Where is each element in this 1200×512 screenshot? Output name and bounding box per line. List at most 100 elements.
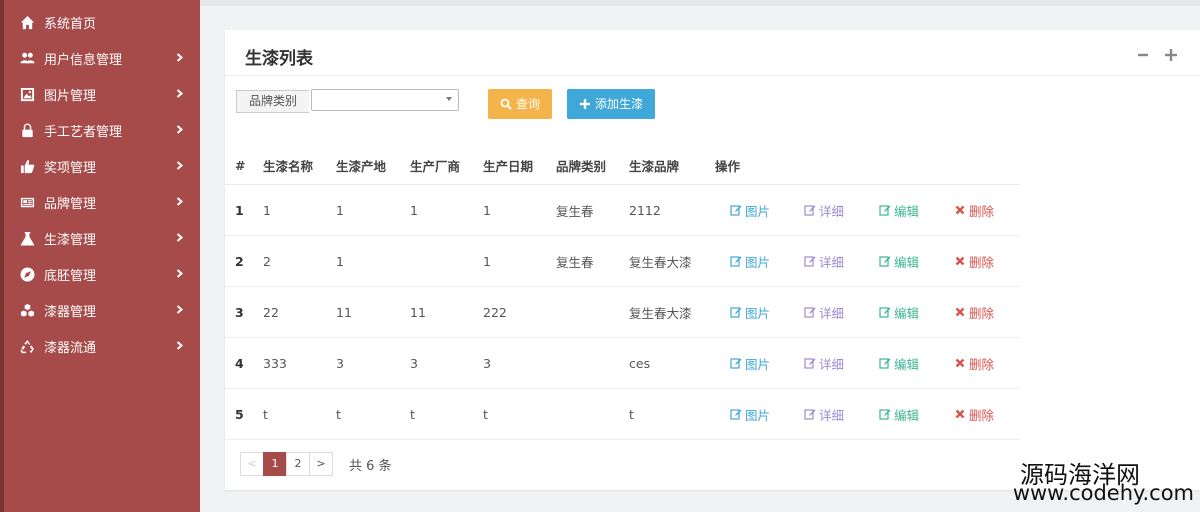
- edit-action-link[interactable]: 编辑: [879, 389, 919, 439]
- sidebar-item[interactable]: 漆器流通: [4, 328, 200, 364]
- search-button-label: 查询: [516, 97, 541, 111]
- home-icon: [18, 13, 36, 31]
- sidebar-item[interactable]: 用户信息管理: [4, 40, 200, 76]
- detail-action-link[interactable]: 详细: [804, 185, 844, 235]
- column-header: 生产日期: [483, 158, 534, 174]
- chevron-down-icon: [446, 97, 452, 101]
- action-label: 编辑: [894, 305, 920, 321]
- image-action-link[interactable]: 图片: [730, 287, 770, 337]
- table-row: 2 2 1 1 复生春 复生春大漆 图片 详细 编辑 删除: [225, 236, 1020, 287]
- edit-action-link[interactable]: 编辑: [879, 338, 919, 388]
- row-index: 5: [235, 406, 244, 422]
- sidebar-item[interactable]: 底胚管理: [4, 256, 200, 292]
- lock-icon: [18, 121, 36, 139]
- action-label: 删除: [969, 305, 995, 321]
- sidebar-item[interactable]: 品牌管理: [4, 184, 200, 220]
- prev-page-button[interactable]: <: [240, 452, 264, 476]
- sidebar-item[interactable]: 手工艺者管理: [4, 112, 200, 148]
- edit-icon: [730, 306, 742, 318]
- detail-action-link[interactable]: 详细: [804, 236, 844, 286]
- edit-icon: [879, 408, 891, 420]
- collapse-icon[interactable]: [1136, 48, 1150, 62]
- panel-tools: [1136, 48, 1178, 62]
- image-action-link[interactable]: 图片: [730, 185, 770, 235]
- detail-action-link[interactable]: 详细: [804, 389, 844, 439]
- action-label: 编辑: [894, 356, 920, 372]
- table-cell: 复生春: [556, 203, 594, 219]
- delete-action-link[interactable]: 删除: [954, 185, 994, 235]
- page-button[interactable]: 2: [286, 452, 310, 476]
- delete-action-link[interactable]: 删除: [954, 338, 994, 388]
- table-cell: 2112: [629, 202, 661, 218]
- page-button[interactable]: 1: [263, 452, 287, 476]
- sidebar-item[interactable]: 图片管理: [4, 76, 200, 112]
- action-label: 图片: [745, 356, 771, 372]
- edit-icon: [879, 306, 891, 318]
- table-row: 1 1 1 1 1 复生春 2112 图片 详细 编辑 删除: [225, 185, 1020, 236]
- detail-action-link[interactable]: 详细: [804, 338, 844, 388]
- action-label: 详细: [819, 407, 845, 423]
- table-cell: 1: [336, 202, 344, 218]
- row-index: 4: [235, 355, 244, 371]
- edit-action-link[interactable]: 编辑: [879, 236, 919, 286]
- next-page-button[interactable]: >: [309, 452, 333, 476]
- image-action-link[interactable]: 图片: [730, 338, 770, 388]
- edit-action-link[interactable]: 编辑: [879, 185, 919, 235]
- table-header: # 生漆名称 生漆产地 生产厂商 生产日期 品牌类别 生漆品牌 操作: [225, 146, 1020, 185]
- action-label: 删除: [969, 407, 995, 423]
- move-icon[interactable]: [1164, 48, 1178, 62]
- close-icon: [954, 408, 966, 420]
- table-cell: 3: [336, 355, 344, 371]
- chevron-right-icon: [170, 50, 188, 66]
- image-action-link[interactable]: 图片: [730, 236, 770, 286]
- delete-action-link[interactable]: 删除: [954, 287, 994, 337]
- delete-action-link[interactable]: 删除: [954, 236, 994, 286]
- recycle-icon: [18, 337, 36, 355]
- delete-action-link[interactable]: 删除: [954, 389, 994, 439]
- table-cell: t: [410, 406, 415, 422]
- chevron-right-icon: [170, 122, 188, 138]
- table-row: 3 22 11 11 222 复生春大漆 图片 详细 编辑 删除: [225, 287, 1020, 338]
- sidebar-item-label: 品牌管理: [44, 196, 97, 212]
- action-label: 编辑: [894, 203, 920, 219]
- search-button[interactable]: 查询: [488, 89, 553, 119]
- edit-action-link[interactable]: 编辑: [879, 287, 919, 337]
- detail-action-link[interactable]: 详细: [804, 287, 844, 337]
- filter-label: 品牌类别: [236, 90, 310, 113]
- table-cell: t: [483, 406, 488, 422]
- sidebar: 系统首页用户信息管理图片管理 手工艺者管理奖项管理品牌管理生漆管理 底胚管理漆器管理…: [0, 0, 200, 512]
- sidebar-item[interactable]: 奖项管理: [4, 148, 200, 184]
- column-header: 生漆品牌: [629, 158, 680, 174]
- close-icon: [954, 306, 966, 318]
- users-icon: [18, 49, 36, 67]
- column-header: 生产厂商: [410, 158, 461, 174]
- row-index: 1: [235, 202, 244, 218]
- column-header: 生漆产地: [336, 158, 387, 174]
- edit-icon: [879, 255, 891, 267]
- sidebar-item-label: 奖项管理: [44, 160, 97, 176]
- panel-divider: [225, 75, 1200, 76]
- edit-icon: [730, 204, 742, 216]
- pagination: <1 2 >: [240, 452, 333, 476]
- close-icon: [954, 357, 966, 369]
- row-index: 3: [235, 304, 244, 320]
- sidebar-item[interactable]: 漆器管理: [4, 292, 200, 328]
- add-button[interactable]: 添加生漆: [567, 89, 656, 119]
- sidebar-item[interactable]: 系统首页: [4, 4, 200, 40]
- column-header: #: [235, 157, 246, 173]
- edit-icon: [730, 255, 742, 267]
- table-cell: 1: [336, 253, 344, 269]
- table-row: 4 333 3 3 3 ces 图片 详细 编辑 删除: [225, 338, 1020, 389]
- table-cell: t: [336, 406, 341, 422]
- edit-icon: [804, 306, 816, 318]
- image-action-link[interactable]: 图片: [730, 389, 770, 439]
- sidebar-item-label: 用户信息管理: [44, 52, 123, 68]
- brand-category-select[interactable]: [311, 89, 459, 111]
- sidebar-item-label: 漆器管理: [44, 304, 97, 320]
- add-button-label: 添加生漆: [595, 97, 644, 111]
- edit-icon: [804, 255, 816, 267]
- table-cell: 1: [483, 253, 491, 269]
- cubes-icon: [18, 301, 36, 319]
- sidebar-item[interactable]: 生漆管理: [4, 220, 200, 256]
- compass-icon: [18, 265, 36, 283]
